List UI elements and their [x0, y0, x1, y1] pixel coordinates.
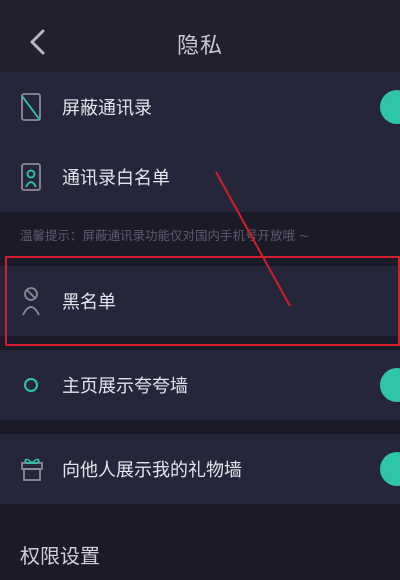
- row-gift-wall[interactable]: 向他人展示我的礼物墙: [0, 434, 400, 504]
- section-title-permissions: 权限设置: [20, 544, 100, 568]
- tip-text: 温馨提示：屏蔽通讯录功能仅对国内手机号开放哦 ~: [20, 228, 310, 243]
- contact-block-icon: [21, 93, 41, 121]
- circle-icon: [24, 378, 38, 392]
- row-label: 黑名单: [62, 292, 116, 313]
- row-label: 主页展示夸夸墙: [62, 376, 188, 397]
- row-contacts-whitelist[interactable]: 通讯录白名单: [0, 142, 400, 212]
- page-title: 隐私: [176, 34, 223, 59]
- row-label: 向他人展示我的礼物墙: [62, 460, 242, 481]
- row-block-contacts[interactable]: 屏蔽通讯录: [0, 72, 400, 142]
- row-homepage-praise-wall[interactable]: 主页展示夸夸墙: [0, 350, 400, 420]
- person-blocked-icon: [22, 287, 40, 316]
- header-bar: 隐私: [0, 0, 400, 82]
- toggle-switch[interactable]: [380, 452, 400, 486]
- gift-icon: [21, 458, 43, 481]
- row-label: 屏蔽通讯录: [62, 98, 152, 119]
- row-blacklist[interactable]: 黑名单: [0, 266, 400, 336]
- contact-whitelist-icon: [21, 163, 41, 191]
- row-label: 通讯录白名单: [62, 168, 170, 189]
- toggle-switch[interactable]: [380, 368, 400, 402]
- toggle-switch[interactable]: [380, 90, 400, 124]
